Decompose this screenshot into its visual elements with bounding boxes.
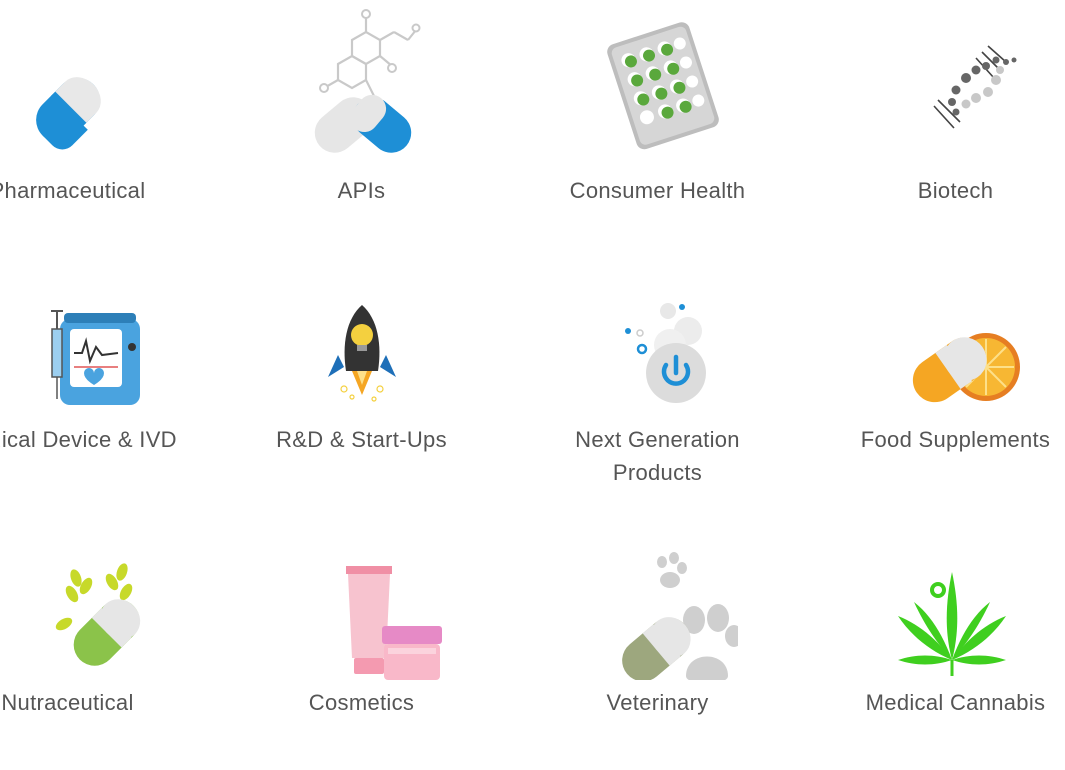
category-label: Medical Device & IVD — [0, 423, 188, 456]
category-label: Next Generation Products — [538, 423, 778, 489]
capsule-icon — [0, 0, 148, 160]
category-nutraceutical[interactable]: Nutraceutical — [0, 520, 216, 770]
rocket-icon — [282, 249, 442, 409]
category-biotech[interactable]: Biotech — [807, 0, 1065, 250]
category-label: Veterinary — [538, 686, 778, 719]
dna-helix-icon — [876, 0, 1036, 160]
category-label: R&D & Start-Ups — [242, 423, 482, 456]
cannabis-leaf-icon — [876, 520, 1036, 680]
category-rd-startups[interactable]: R&D & Start-Ups — [213, 249, 510, 499]
category-consumer-health[interactable]: Consumer Health — [509, 0, 806, 250]
category-next-generation[interactable]: Next Generation Products — [509, 249, 806, 499]
category-medical-cannabis[interactable]: Medical Cannabis — [807, 520, 1065, 770]
cosmetic-tube-jar-icon — [282, 520, 442, 680]
category-veterinary[interactable]: Veterinary — [509, 520, 806, 770]
category-label: Medical Cannabis — [836, 686, 1065, 719]
category-pharmaceutical[interactable]: Pharmaceutical — [0, 0, 216, 250]
category-label: Pharmaceutical — [0, 174, 188, 207]
heart-monitor-icon — [0, 249, 148, 409]
category-medical-device[interactable]: Medical Device & IVD — [0, 249, 216, 499]
category-label: Cosmetics — [242, 686, 482, 719]
power-bubbles-icon — [578, 249, 738, 409]
capsule-wheat-icon — [0, 520, 148, 680]
industry-grid: Pharmaceutical APIs — [0, 0, 1065, 755]
capsule-orange-icon — [876, 249, 1036, 409]
category-label: Nutraceutical — [0, 686, 188, 719]
category-food-supplements[interactable]: Food Supplements — [807, 249, 1065, 499]
category-cosmetics[interactable]: Cosmetics — [213, 520, 510, 770]
molecule-capsule-icon — [282, 0, 442, 160]
category-label: APIs — [242, 174, 482, 207]
capsule-paw-icon — [578, 520, 738, 680]
blister-pack-icon — [578, 0, 738, 160]
category-label: Biotech — [836, 174, 1065, 207]
category-label: Consumer Health — [538, 174, 778, 207]
category-apis[interactable]: APIs — [213, 0, 510, 250]
category-label: Food Supplements — [836, 423, 1065, 456]
